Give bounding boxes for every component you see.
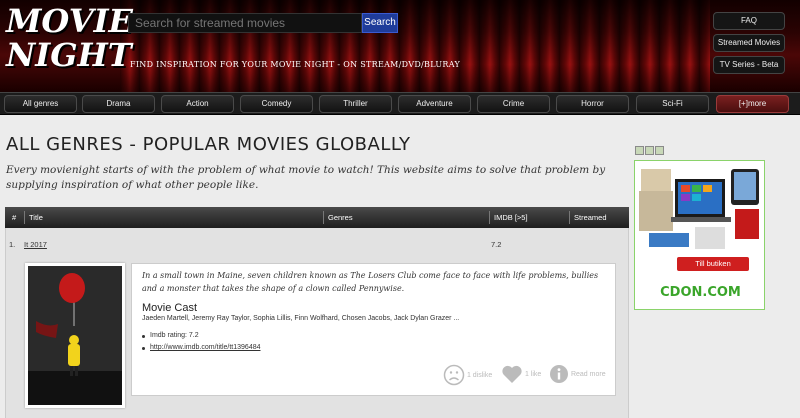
movie-synopsis: In a small town in Maine, seven children… <box>142 271 599 293</box>
broken-image-icon[interactable] <box>655 146 664 155</box>
movie-meta-list: Imdb rating: 7.2 http://www.imdb.com/tit… <box>142 332 261 356</box>
imdb-rating-text: Imdb rating: 7.2 <box>142 332 261 339</box>
nav-crime[interactable]: Crime <box>477 95 550 113</box>
broken-image-icon[interactable] <box>635 146 644 155</box>
movie-rating: 7.2 <box>491 240 502 249</box>
search-button[interactable]: Search <box>362 13 398 33</box>
nav-thriller[interactable]: Thriller <box>319 95 392 113</box>
logo-line-1: MOVIE <box>6 2 133 40</box>
nav-horror[interactable]: Horror <box>556 95 629 113</box>
intro-text: Every movienight starts of with the prob… <box>6 164 606 191</box>
tagline: FIND INSPIRATION FOR YOUR MOVIE NIGHT - … <box>130 60 461 69</box>
movie-title-link[interactable]: It 2017 <box>24 240 47 249</box>
nav-action[interactable]: Action <box>161 95 234 113</box>
imdb-link[interactable]: http://www.imdb.com/title/tt1396484 <box>142 344 261 351</box>
col-genres[interactable]: Genres <box>328 213 353 222</box>
ad-brand-logo: CDON.COM <box>660 285 741 300</box>
ad-shop-button[interactable]: Till butiken <box>677 257 749 271</box>
dislike-button[interactable]: 1 dislike <box>443 364 492 386</box>
read-more-button[interactable]: Read more <box>549 364 606 384</box>
nav-adventure[interactable]: Adventure <box>398 95 471 113</box>
like-button[interactable]: 1 like <box>501 364 541 384</box>
nav-comedy[interactable]: Comedy <box>240 95 313 113</box>
nav-all-genres[interactable]: All genres <box>4 95 77 113</box>
movie-poster[interactable] <box>25 263 125 408</box>
col-imdb[interactable]: IMDB [>5] <box>494 213 528 222</box>
col-num: # <box>12 213 17 222</box>
poster-art <box>28 266 122 405</box>
column-divider <box>24 211 25 224</box>
streamed-movies-button[interactable]: Streamed Movies <box>713 34 785 52</box>
ad-products-image <box>635 161 764 256</box>
logo-line-2: NIGHT <box>6 36 132 74</box>
column-divider <box>323 211 324 224</box>
nav-drama[interactable]: Drama <box>82 95 155 113</box>
faq-button[interactable]: FAQ <box>713 12 785 30</box>
page-title: ALL GENRES - POPULAR MOVIES GLOBALLY <box>6 134 411 155</box>
heart-icon <box>502 365 522 383</box>
search-input[interactable] <box>128 13 362 33</box>
movie-table-header: # Title Genres IMDB [>5] Streamed <box>5 207 629 228</box>
like-count: 1 like <box>524 370 542 378</box>
read-more-label: Read more <box>570 370 606 378</box>
col-title[interactable]: Title <box>29 213 43 222</box>
info-icon <box>550 365 568 383</box>
site-logo[interactable]: MOVIE NIGHT <box>6 2 133 74</box>
sad-face-icon <box>443 364 465 386</box>
column-divider <box>489 211 490 224</box>
movie-cast-heading: Movie Cast <box>142 302 198 314</box>
col-streamed[interactable]: Streamed <box>574 213 607 222</box>
nav-sci-fi[interactable]: Sci-Fi <box>636 95 709 113</box>
cdon-advertisement[interactable]: Till butiken CDON.COM <box>634 160 765 310</box>
column-divider <box>569 211 570 224</box>
movie-cast-list: Jaeden Martell, Jeremy Ray Taylor, Sophi… <box>142 315 460 322</box>
tv-series-button[interactable]: TV Series - Beta <box>713 56 785 74</box>
sidebar-thumbnails <box>635 142 675 155</box>
broken-image-icon[interactable] <box>645 146 654 155</box>
nav-more[interactable]: [+]more <box>716 95 789 113</box>
dislike-count: 1 dislike <box>466 371 493 379</box>
genre-nav: All genres Drama Action Comedy Thriller … <box>0 92 800 115</box>
movie-detail-card: In a small town in Maine, seven children… <box>131 263 616 396</box>
row-number: 1. <box>9 240 16 249</box>
site-header: MOVIE NIGHT Search FIND INSPIRATION FOR … <box>0 0 800 92</box>
